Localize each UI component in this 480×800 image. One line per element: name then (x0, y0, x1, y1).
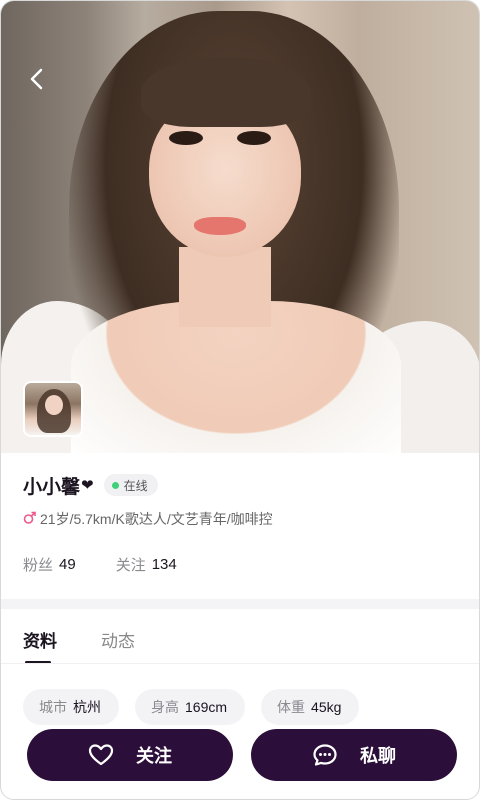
chat-label: 私聊 (360, 746, 396, 766)
following-label: 关注 (115, 557, 146, 574)
chip-value: 杭州 (73, 699, 101, 715)
detail-chips: 城市 杭州 身高 169cm 体重 45kg (23, 689, 375, 725)
follow-label: 关注 (136, 746, 172, 766)
following-count: 134 (151, 556, 177, 573)
detail-chip-height: 身高 169cm (135, 689, 246, 725)
stats-row: 粉丝 49 关注 134 (23, 554, 177, 575)
profile-tabs: 资料 动态 (23, 627, 179, 664)
fans-label: 粉丝 (23, 557, 54, 574)
chip-value: 45kg (311, 699, 342, 715)
chip-label: 城市 (39, 699, 67, 715)
fans-count: 49 (59, 556, 76, 573)
online-status-badge: 在线 (103, 474, 158, 496)
back-icon[interactable] (23, 65, 51, 93)
online-dot-icon (111, 481, 119, 489)
chip-value: 169cm (185, 699, 228, 715)
private-chat-button[interactable]: 私聊 (251, 729, 457, 781)
tab-moments[interactable]: 动态 (101, 627, 135, 652)
detail-chip-city: 城市 杭州 (23, 689, 119, 725)
tabs-divider (1, 663, 479, 664)
heart-icon: ❤ (81, 477, 94, 494)
name-row: 小小馨 ❤ 在线 (23, 471, 158, 499)
profile-screen: 小小馨 ❤ 在线 21岁/5.7km/K歌达人/文艺青年/咖啡控 粉丝 49 关… (0, 0, 480, 800)
chip-label: 体重 (277, 699, 306, 715)
tags-text: 21岁/5.7km/K歌达人/文艺青年/咖啡控 (40, 511, 273, 527)
detail-chip-weight: 体重 45kg (261, 689, 360, 725)
section-divider (1, 599, 479, 609)
heart-outline-icon (88, 744, 114, 766)
online-label: 在线 (123, 478, 148, 493)
profile-name: 小小馨 (23, 476, 81, 498)
chat-bubble-icon (313, 744, 337, 766)
profile-tags: 21岁/5.7km/K歌达人/文艺青年/咖啡控 (23, 509, 273, 529)
follow-button[interactable]: 关注 (27, 729, 233, 781)
chip-label: 身高 (151, 699, 179, 715)
photo-thumbnail[interactable] (23, 381, 83, 437)
female-icon (23, 511, 36, 528)
tab-profile[interactable]: 资料 (23, 627, 57, 652)
